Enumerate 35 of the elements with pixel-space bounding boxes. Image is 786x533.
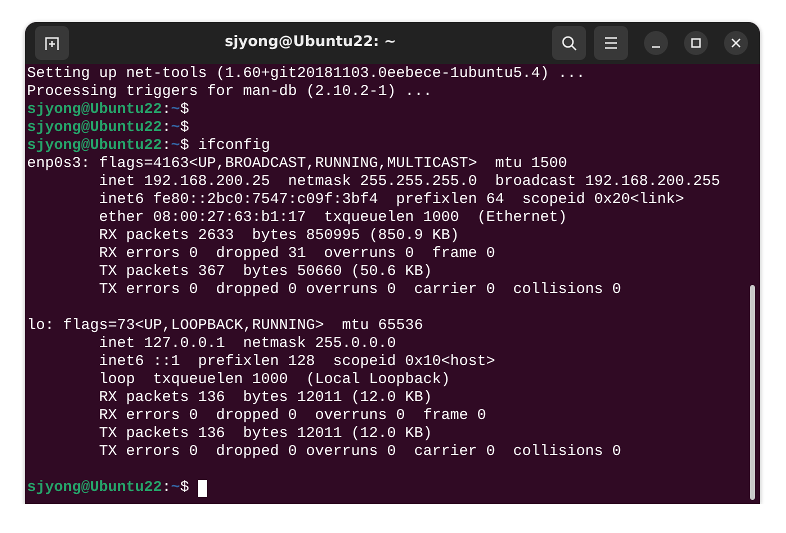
minimize-icon (652, 46, 660, 48)
output-line: loop txqueuelen 1000 (Local Loopback) (98, 371, 452, 389)
close-icon (731, 38, 741, 48)
output-line: RX packets 136 bytes 12011 (12.0 KB) (98, 389, 434, 407)
window-title: sjyong@Ubuntu22: ~ (224, 33, 398, 52)
search-icon (561, 35, 577, 51)
output-line: inet6 fe80::2bc0:7547:c09f:3bf4 prefixlen 64 scopeid 0x20<link> (98, 191, 686, 209)
output-line: Setting up net-tools (1.60+git20181103.0eebece-1ubuntu5.4) ... (27, 65, 586, 83)
output-line: ether 08:00:27:63:b1:17 txqueuelen 1000 (Ethernet) (98, 209, 568, 227)
close-button[interactable] (724, 31, 748, 55)
prompt-line: sjyong@Ubuntu22:~$ (27, 479, 190, 497)
output-line: inet 127.0.0.1 netmask 255.0.0.0 (98, 335, 398, 353)
search-button[interactable] (552, 26, 586, 60)
output-line: RX packets 2633 bytes 850995 (850.9 KB) (98, 227, 460, 245)
menu-icon (604, 37, 618, 49)
output-line: lo: flags=73<UP,LOOPBACK,RUNNING> mtu 65536 (27, 317, 424, 335)
output-line: inet6 ::1 prefixlen 128 scopeid 0x10<host> (98, 353, 496, 371)
output-line: inet 192.168.200.25 netmask 255.255.255.0 broadcast 192.168.200.255 (98, 173, 722, 191)
output-line: RX errors 0 dropped 0 overruns 0 frame 0 (98, 407, 488, 425)
prompt-line: sjyong@Ubuntu22:~$ (27, 119, 190, 137)
new-tab-button[interactable] (35, 26, 69, 60)
prompt-line: sjyong@Ubuntu22:~$ ifconfig (27, 137, 272, 155)
minimize-button[interactable] (644, 31, 668, 55)
prompt-line: sjyong@Ubuntu22:~$ (27, 101, 190, 119)
output-line: Processing triggers for man-db (2.10.2-1) ... (27, 83, 434, 101)
output-line: TX packets 136 bytes 12011 (12.0 KB) (98, 425, 434, 443)
new-tab-icon (44, 35, 60, 51)
maximize-icon (691, 38, 701, 48)
maximize-button[interactable] (684, 31, 708, 55)
output-line: TX packets 367 bytes 50660 (50.6 KB) (98, 263, 434, 281)
output-line: TX errors 0 dropped 0 overruns 0 carrier 0 collisions 0 (98, 443, 622, 461)
output-line: RX errors 0 dropped 31 overruns 0 frame 0 (98, 245, 496, 263)
output-line: enp0s3: flags=4163<UP,BROADCAST,RUNNING,MULTICAST> mtu 1500 (27, 155, 568, 173)
menu-button[interactable] (594, 26, 628, 60)
output-line: TX errors 0 dropped 0 overruns 0 carrier 0 collisions 0 (98, 281, 622, 299)
